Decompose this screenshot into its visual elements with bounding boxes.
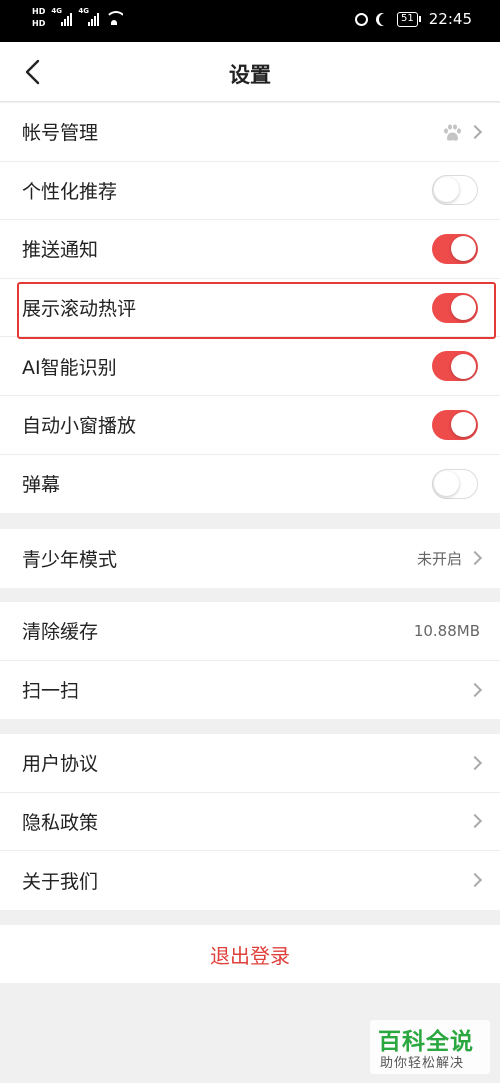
auto-mini-window-row: 自动小窗播放 xyxy=(0,396,500,455)
youth-mode-row[interactable]: 青少年模式 未开启 xyxy=(0,529,500,588)
ai-recognition-row: AI智能识别 xyxy=(0,337,500,396)
chevron-right-icon xyxy=(467,124,483,139)
row-label: 青少年模式 xyxy=(22,548,118,571)
scan-row[interactable]: 扫一扫 xyxy=(0,661,500,720)
status-left: HD HD 4G 4G xyxy=(32,7,124,29)
chevron-right-icon xyxy=(467,814,483,829)
scrolling-hot-comments-toggle[interactable] xyxy=(432,292,478,323)
header: 设置 xyxy=(0,42,500,102)
wifi-icon xyxy=(105,11,124,25)
watermark-logo: 百科全说 助你轻松解决 xyxy=(370,1020,490,1074)
network-type: 4G xyxy=(78,7,89,15)
row-label: 用户协议 xyxy=(22,753,99,776)
cache-size: 10.88MB xyxy=(413,621,480,640)
row-label: 弹幕 xyxy=(22,474,61,497)
watermark-subtitle: 助你轻松解决 xyxy=(380,1056,465,1071)
hd-indicator: HD xyxy=(32,7,46,16)
push-notification-toggle[interactable] xyxy=(432,233,478,264)
clear-cache-row[interactable]: 清除缓存 10.88MB xyxy=(0,602,500,661)
watermark-title: 百科全说 xyxy=(378,1029,474,1055)
row-label: 自动小窗播放 xyxy=(22,415,137,438)
youth-mode-status: 未开启 xyxy=(416,549,462,568)
cellular-signal-icon: 4G xyxy=(51,7,73,26)
auto-mini-window-toggle[interactable] xyxy=(432,409,478,440)
logout-button[interactable]: 退出登录 xyxy=(0,925,500,983)
status-right: 51 22:45 xyxy=(355,10,472,28)
danmaku-row: 弹幕 xyxy=(0,455,500,514)
row-label: 展示滚动热评 xyxy=(22,298,137,321)
chevron-right-icon xyxy=(467,755,483,770)
danmaku-toggle[interactable] xyxy=(432,468,478,499)
personalized-recommendation-row: 个性化推荐 xyxy=(0,162,500,221)
row-label: AI智能识别 xyxy=(22,356,117,379)
push-notification-row: 推送通知 xyxy=(0,220,500,279)
settings-group-youth: 青少年模式 未开启 xyxy=(0,529,500,588)
clock: 22:45 xyxy=(428,10,472,28)
battery-icon: 51 xyxy=(397,11,421,27)
about-us-row[interactable]: 关于我们 xyxy=(0,851,500,910)
personalized-recommendation-toggle[interactable] xyxy=(432,175,478,206)
user-agreement-row[interactable]: 用户协议 xyxy=(0,734,500,793)
ai-recognition-toggle[interactable] xyxy=(432,351,478,382)
logout-label: 退出登录 xyxy=(210,943,290,968)
chevron-right-icon xyxy=(467,682,483,697)
status-bar: HD HD 4G 4G 51 22:45 xyxy=(0,0,500,42)
scrolling-hot-comments-row: 展示滚动热评 xyxy=(0,279,500,338)
alarm-icon xyxy=(355,12,369,26)
row-label: 帐号管理 xyxy=(22,122,99,145)
paw-icon xyxy=(444,124,461,141)
moon-icon xyxy=(379,13,392,26)
privacy-policy-row[interactable]: 隐私政策 xyxy=(0,793,500,852)
row-label: 扫一扫 xyxy=(22,680,80,703)
row-label: 清除缓存 xyxy=(22,621,99,644)
page-title: 设置 xyxy=(229,63,271,87)
row-label: 隐私政策 xyxy=(22,811,99,834)
battery-level: 51 xyxy=(397,11,418,27)
hd-indicator: HD xyxy=(32,19,46,28)
settings-group-about: 用户协议 隐私政策 关于我们 xyxy=(0,734,500,910)
row-label: 个性化推荐 xyxy=(22,180,118,203)
settings-group-general: 帐号管理 个性化推荐 推送通知 展示滚动热评 AI智能识别 自动小窗播放 弹幕 xyxy=(0,103,500,514)
settings-group-tools: 清除缓存 10.88MB 扫一扫 xyxy=(0,602,500,720)
chevron-right-icon xyxy=(467,873,483,888)
network-type: 4G xyxy=(51,7,62,15)
row-label: 推送通知 xyxy=(22,239,99,262)
cellular-signal-icon: 4G xyxy=(78,7,100,26)
chevron-right-icon xyxy=(467,551,483,566)
account-management-row[interactable]: 帐号管理 xyxy=(0,103,500,162)
hd-indicators: HD HD xyxy=(32,7,45,29)
row-label: 关于我们 xyxy=(22,870,99,893)
